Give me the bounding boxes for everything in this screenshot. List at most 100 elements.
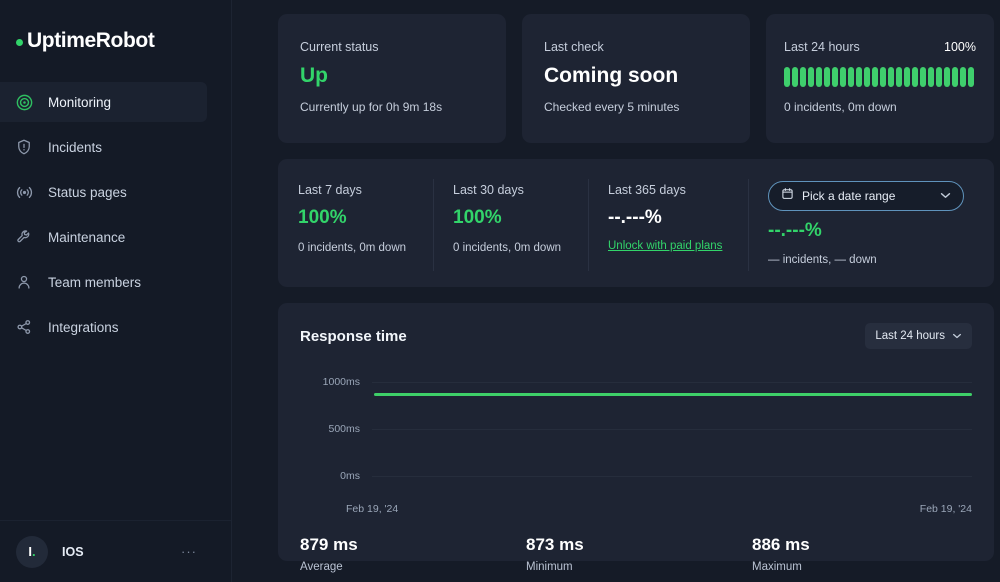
stat-average: 879 ms Average — [300, 535, 526, 573]
uptime-bar[interactable] — [920, 67, 926, 87]
sidebar-item-integrations[interactable]: Integrations — [0, 307, 207, 347]
account-name: IOS — [62, 544, 84, 559]
uptime-365d-value: --.---% — [608, 207, 662, 228]
stat-label: Maximum — [752, 561, 802, 573]
sidebar-item-status-pages[interactable]: Status pages — [0, 172, 207, 212]
uptime-7d-value: 100% — [298, 207, 347, 228]
uptime-bar[interactable] — [936, 67, 942, 87]
uptime-last-365-days: Last 365 days --.---% Unlock with paid p… — [588, 179, 748, 287]
uptime-bar[interactable] — [912, 67, 918, 87]
y-axis-tick: 0ms — [340, 470, 360, 482]
brand-logo[interactable]: UptimeRobot — [0, 0, 231, 58]
share-nodes-icon — [14, 317, 34, 337]
uptime-bar[interactable] — [808, 67, 814, 87]
response-time-header: Response time Last 24 hours — [300, 323, 972, 349]
uptime-bar[interactable] — [904, 67, 910, 87]
page-title: Response time — [300, 327, 407, 345]
last-check-value: Coming soon — [544, 64, 679, 87]
uptime-30d-label: Last 30 days — [453, 183, 524, 197]
uptime-bar[interactable] — [792, 67, 798, 87]
uptime-bar[interactable] — [824, 67, 830, 87]
date-range-picker[interactable]: Pick a date range — [768, 181, 964, 211]
uptime-bar[interactable] — [816, 67, 822, 87]
x-axis-tick: Feb 19, '24 — [919, 503, 972, 515]
uptime-30d-value: 100% — [453, 207, 502, 228]
sidebar-nav: Monitoring Incidents Status pages Mainte… — [0, 82, 231, 347]
target-icon — [14, 92, 34, 112]
gridline — [372, 429, 972, 430]
response-time-stats: 879 ms Average 873 ms Minimum 886 ms Max… — [300, 535, 972, 573]
last-24h-sub: 0 incidents, 0m down — [784, 100, 897, 114]
sidebar-item-label: Incidents — [48, 139, 103, 155]
brand-name: UptimeRobot — [27, 29, 155, 52]
x-axis-tick: Feb 19, '24 — [346, 503, 399, 515]
y-axis-tick: 1000ms — [322, 376, 360, 388]
user-icon — [14, 272, 34, 292]
sidebar-item-team-members[interactable]: Team members — [0, 262, 207, 302]
uptime-bar[interactable] — [888, 67, 894, 87]
sidebar-item-label: Team members — [48, 274, 142, 290]
stat-minimum: 873 ms Minimum — [526, 535, 752, 573]
shield-alert-icon — [14, 137, 34, 157]
sidebar-item-label: Status pages — [48, 184, 127, 200]
stat-value: 886 ms — [752, 535, 810, 554]
y-axis-tick: 500ms — [328, 423, 360, 435]
chevron-down-icon — [952, 330, 962, 342]
stat-maximum: 886 ms Maximum — [752, 535, 810, 573]
date-range-label: Pick a date range — [802, 189, 896, 203]
last-24h-label: Last 24 hours — [784, 40, 860, 54]
uptime-bar-strip — [784, 67, 976, 87]
last-check-card: Last check Coming soon Checked every 5 m… — [522, 14, 750, 143]
custom-range-sub: — incidents, — down — [768, 254, 877, 266]
stat-value: 879 ms — [300, 535, 358, 554]
uptime-bar[interactable] — [968, 67, 974, 87]
sidebar-item-monitoring[interactable]: Monitoring — [0, 82, 207, 122]
uptime-last-7-days: Last 7 days 100% 0 incidents, 0m down — [278, 183, 433, 287]
gridline — [372, 476, 972, 477]
uptime-365d-label: Last 365 days — [608, 183, 686, 197]
status-cards-row: Current status Up Currently up for 0h 9m… — [278, 14, 994, 143]
uptime-30d-sub: 0 incidents, 0m down — [453, 242, 562, 254]
uptime-7d-label: Last 7 days — [298, 183, 362, 197]
sidebar-item-label: Monitoring — [48, 94, 112, 110]
uptime-bar[interactable] — [896, 67, 902, 87]
response-time-plot: 1000ms 500ms 0ms — [300, 369, 972, 499]
uptime-bar[interactable] — [944, 67, 950, 87]
uptime-bar[interactable] — [872, 67, 878, 87]
response-time-range-dropdown[interactable]: Last 24 hours — [865, 323, 972, 349]
sidebar-item-incidents[interactable]: Incidents — [0, 127, 207, 167]
uptime-bar[interactable] — [864, 67, 870, 87]
sidebar-item-maintenance[interactable]: Maintenance — [0, 217, 207, 257]
unlock-paid-plans-link[interactable]: Unlock with paid plans — [608, 240, 722, 252]
uptime-bar[interactable] — [840, 67, 846, 87]
range-dropdown-label: Last 24 hours — [875, 330, 945, 342]
current-status-value: Up — [300, 64, 328, 87]
uptime-bar[interactable] — [784, 67, 790, 87]
gridline — [372, 382, 972, 383]
last-check-sub: Checked every 5 minutes — [544, 100, 680, 114]
uptime-bar[interactable] — [952, 67, 958, 87]
avatar-dot: . — [32, 544, 36, 559]
uptime-bar[interactable] — [848, 67, 854, 87]
uptime-bar[interactable] — [928, 67, 934, 87]
uptime-bar[interactable] — [832, 67, 838, 87]
response-time-series-line — [374, 393, 972, 396]
stat-label: Average — [300, 561, 343, 573]
last-check-label: Last check — [544, 40, 604, 54]
account-menu-button[interactable]: ··· — [181, 544, 197, 559]
uptime-7d-sub: 0 incidents, 0m down — [298, 242, 407, 254]
brand-dot-icon — [16, 38, 23, 46]
account-row[interactable]: I. IOS ··· — [0, 520, 231, 582]
uptime-bar[interactable] — [880, 67, 886, 87]
x-axis: Feb 19, '24 Feb 19, '24 — [300, 503, 972, 519]
main-content: Current status Up Currently up for 0h 9m… — [232, 0, 1000, 582]
app-root: UptimeRobot Monitoring Incidents Status … — [0, 0, 1000, 582]
uptime-bar[interactable] — [800, 67, 806, 87]
stat-value: 873 ms — [526, 535, 584, 554]
last-24h-percent: 100% — [944, 40, 976, 54]
broadcast-icon — [14, 182, 34, 202]
uptime-bar[interactable] — [856, 67, 862, 87]
uptime-custom-range: Pick a date range --.---% — incidents, —… — [748, 179, 994, 287]
uptime-bar[interactable] — [960, 67, 966, 87]
sidebar-item-label: Maintenance — [48, 229, 126, 245]
